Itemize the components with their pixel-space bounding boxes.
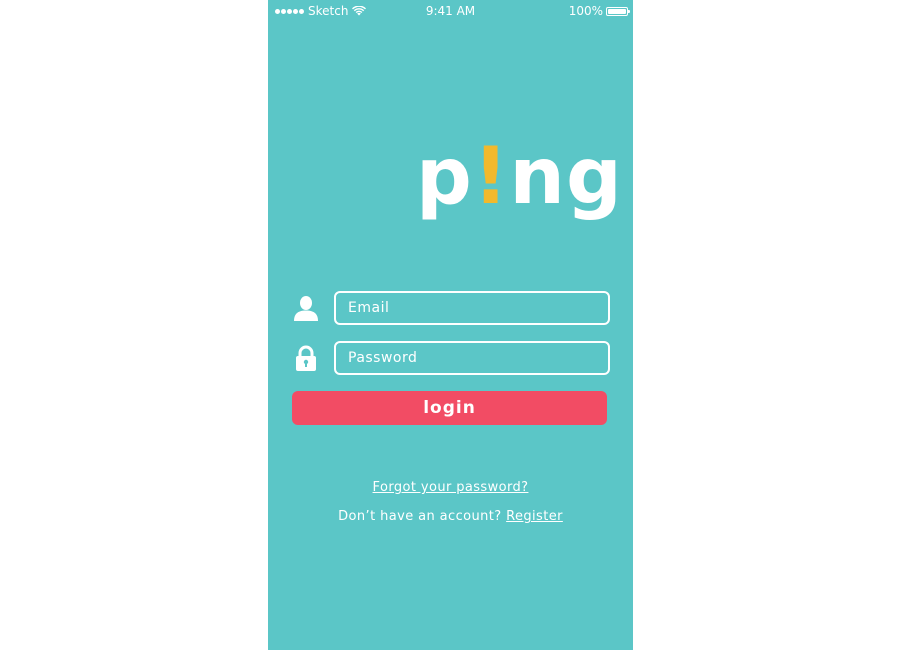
battery-level	[608, 8, 626, 14]
battery-icon	[606, 6, 630, 16]
email-row	[292, 291, 610, 325]
battery-percent: 100%	[568, 4, 603, 18]
logo-exclamation: !	[472, 132, 510, 222]
lock-icon	[292, 345, 320, 371]
email-field[interactable]	[334, 291, 610, 325]
forgot-password-link[interactable]: Forgot your password?	[373, 480, 529, 495]
password-row	[292, 341, 610, 375]
status-bar-right: 100%	[568, 4, 630, 18]
login-screen: Sketch 9:41 AM 100% p!ng Email login For…	[268, 0, 633, 650]
ping-logo: p!ng	[416, 138, 623, 216]
forgot-password-row: Forgot your password?	[268, 480, 633, 495]
status-bar: Sketch 9:41 AM 100%	[268, 0, 633, 22]
password-field[interactable]	[334, 341, 610, 375]
register-row: Don’t have an account? Register	[268, 509, 633, 524]
logo-part-1: p	[416, 132, 473, 222]
logo-part-2: ng	[509, 132, 623, 222]
no-account-text: Don’t have an account?	[338, 509, 502, 524]
register-link[interactable]: Register	[506, 509, 563, 524]
user-icon	[292, 295, 320, 321]
login-button[interactable]: login	[292, 391, 607, 425]
